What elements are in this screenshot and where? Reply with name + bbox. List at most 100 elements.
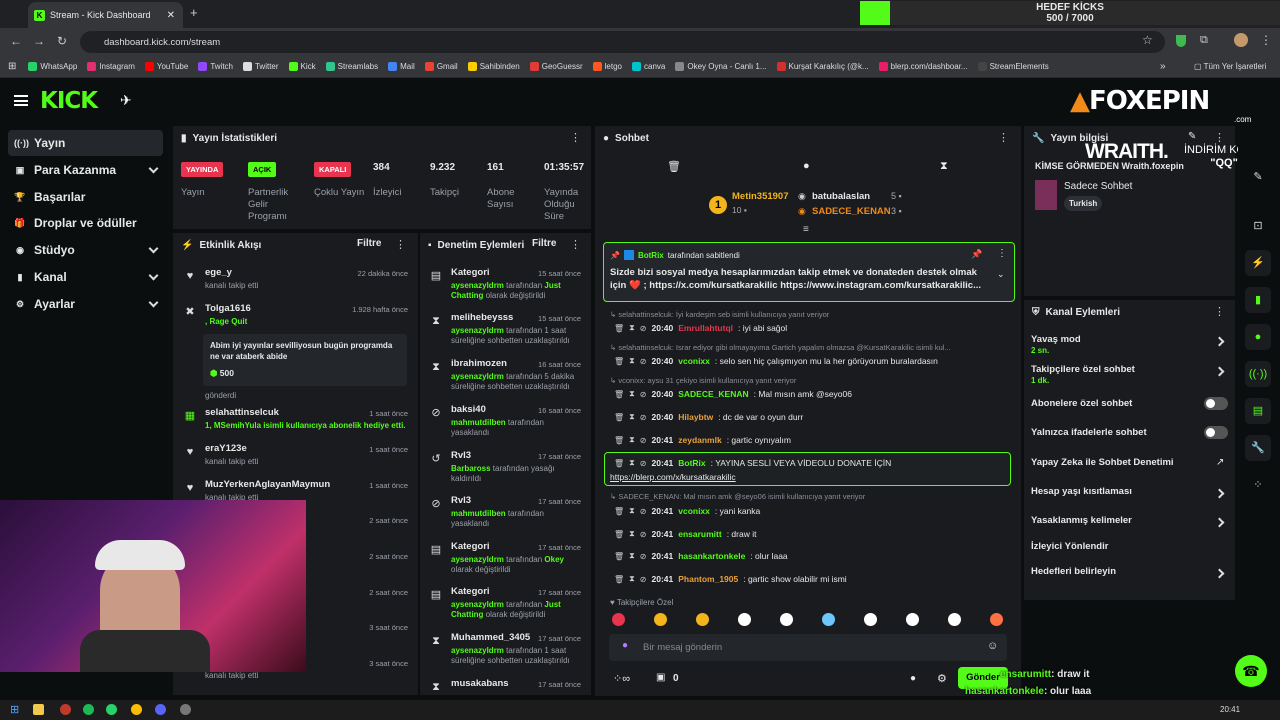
new-tab-icon[interactable]: + <box>190 5 198 20</box>
delete-message-icon[interactable]: 🗑 <box>614 552 624 561</box>
moderation-target[interactable]: musakabans <box>451 678 509 689</box>
delete-message-icon[interactable]: 🗑 <box>614 390 624 399</box>
windows-start-icon[interactable]: ⊞ <box>10 703 19 716</box>
activity-username[interactable]: Tolga1616 <box>205 303 251 314</box>
chat-input[interactable]: ● Bir mesaj gönderin ☺ <box>609 634 1007 661</box>
message-username[interactable]: vconixx <box>678 506 710 516</box>
moderation-target[interactable]: Rvl3 <box>451 495 471 506</box>
leader-name[interactable]: Metin351907 <box>732 191 789 202</box>
bookmark-item[interactable]: Streamlabs <box>325 62 378 71</box>
activity-username[interactable]: MuzYerkenAglayanMaymun <box>205 479 330 490</box>
rail-edit-icon[interactable]: ✎ <box>1245 164 1271 190</box>
moderation-actor[interactable]: aysenazyldrm <box>451 646 506 655</box>
moderation-actor[interactable]: aysenazyldrm <box>451 555 506 564</box>
opera-icon[interactable] <box>60 704 71 715</box>
channel-actions-menu-icon[interactable]: ⋮ <box>1214 305 1225 318</box>
channel-action-yalnzcaifadelerles[interactable]: Yalnızca ifadelerle sohbet <box>1031 427 1147 438</box>
rail-wrench-icon[interactable]: 🔧 <box>1245 435 1271 461</box>
hourglass-icon[interactable]: ⧗ <box>940 160 948 173</box>
ban-user-icon[interactable]: ⊘ <box>640 575 647 584</box>
shield-extension-icon[interactable] <box>1176 35 1186 47</box>
emote-icon[interactable] <box>990 613 1003 626</box>
chat-users-icon[interactable]: ⁘∞ <box>613 672 630 685</box>
pinned-message[interactable]: 📌 BotRix tarafından sabitlendi Sizde biz… <box>603 242 1015 302</box>
emote-icon[interactable] <box>948 613 961 626</box>
emote-icon[interactable] <box>906 613 919 626</box>
activity-username[interactable]: selahattinselcuk <box>205 407 279 418</box>
chat-settings-icon[interactable]: ⚙ <box>937 672 947 685</box>
bookmark-item[interactable]: Twitter <box>242 62 279 71</box>
delete-message-icon[interactable]: 🗑 <box>614 413 624 422</box>
activity-menu-icon[interactable]: ⋮ <box>395 238 406 251</box>
chevron-down-icon[interactable] <box>148 297 159 308</box>
rail-screenshot-icon[interactable]: ⊡ <box>1245 213 1271 239</box>
moderation-target[interactable]: Kategori <box>451 267 490 278</box>
stream-info-menu-icon[interactable]: ⋮ <box>1214 131 1225 144</box>
hamburger-menu-icon[interactable] <box>14 95 28 106</box>
chat-mode-icon[interactable]: ● <box>803 160 810 172</box>
message-username[interactable]: Hilaybtw <box>678 412 713 422</box>
bookmark-item[interactable]: Kick <box>288 62 316 71</box>
moderation-actor[interactable]: aysenazyldrm <box>451 600 506 609</box>
moderation-target[interactable]: ibrahimozen <box>451 358 507 369</box>
ban-user-icon[interactable]: ⊘ <box>640 507 647 516</box>
sidebar-item-stdyo[interactable]: ◉ Stüdyo <box>8 237 163 263</box>
ban-user-icon[interactable]: ⊘ <box>640 413 647 422</box>
activity-username[interactable]: eraY123e <box>205 443 247 454</box>
emote-icon[interactable] <box>654 613 667 626</box>
channel-action-izleyiciynlendir[interactable]: İzleyici Yönlendir <box>1031 541 1108 552</box>
bookmark-item[interactable]: YouTube <box>144 62 188 71</box>
unpin-icon[interactable]: 📌 <box>971 249 982 260</box>
bookmark-item[interactable]: Okey Oyna - Canlı 1... <box>675 62 767 71</box>
chevron-down-icon[interactable] <box>148 243 159 254</box>
trash-icon[interactable]: 🗑 <box>667 160 681 173</box>
moderation-actor[interactable]: aysenazyldrm <box>451 326 506 335</box>
obs-icon[interactable] <box>180 704 191 715</box>
url-input[interactable]: dashboard.kick.com/stream <box>80 31 1165 53</box>
close-tab-icon[interactable]: ✕ <box>167 10 175 21</box>
forward-icon[interactable]: → <box>33 34 45 48</box>
bookmark-item[interactable]: letgo <box>592 62 622 71</box>
moderation-actor[interactable]: aysenazyldrm <box>451 281 506 290</box>
timeout-user-icon[interactable]: ⧗ <box>629 323 635 333</box>
chrome-taskbar-icon[interactable] <box>131 704 142 715</box>
emote-icon[interactable] <box>864 613 877 626</box>
ban-user-icon[interactable]: ⊘ <box>640 530 647 539</box>
all-bookmarks-link[interactable]: ▢ Tüm Yer İşaretleri <box>1194 62 1266 71</box>
external-link-icon[interactable]: ↗ <box>1216 457 1224 468</box>
rail-chat-icon[interactable]: ● <box>1245 324 1271 350</box>
extensions-icon[interactable]: ⧉ <box>1200 34 1208 47</box>
message-link[interactable]: https://blerp.com/x/kursatkarakilic <box>610 472 736 482</box>
message-username[interactable]: BotRix <box>678 458 705 468</box>
emote-icon[interactable] <box>738 613 751 626</box>
kick-logo[interactable]: KICK <box>40 88 98 114</box>
sidebar-item-kanal[interactable]: ▮ Kanal <box>8 264 163 290</box>
moderation-target[interactable]: baksi40 <box>451 404 486 415</box>
tools-icon[interactable]: ✈ <box>120 92 132 109</box>
timeout-user-icon[interactable]: ⧗ <box>629 574 635 584</box>
chat-settings-bubble-icon[interactable]: ● <box>910 673 916 684</box>
browser-tab[interactable]: K Stream - Kick Dashboard ✕ <box>28 2 183 28</box>
leader-name[interactable]: SADECE_KENAN <box>812 206 891 217</box>
moderation-target[interactable]: Kategori <box>451 586 490 597</box>
back-icon[interactable]: ← <box>10 34 22 48</box>
category-name[interactable]: Sadece Sohbet <box>1064 181 1132 192</box>
sidebar-item-parakazanma[interactable]: ▣ Para Kazanma <box>8 157 163 183</box>
delete-message-icon[interactable]: 🗑 <box>614 507 624 516</box>
toggle-switch[interactable] <box>1204 397 1228 410</box>
rail-apps-icon[interactable]: ⁘ <box>1245 472 1271 498</box>
ban-user-icon[interactable]: ⊘ <box>640 390 647 399</box>
sidebar-item-droplarvedller[interactable]: 🎁 Droplar ve ödüller <box>8 210 163 236</box>
emote-icon[interactable] <box>780 613 793 626</box>
bookmark-item[interactable]: blerp.com/dashboar... <box>878 62 968 71</box>
timeout-user-icon[interactable]: ⧗ <box>629 506 635 516</box>
channel-action-yavamod[interactable]: Yavaş mod <box>1031 334 1081 345</box>
message-username[interactable]: vconixx <box>678 356 710 366</box>
channel-action-takipilerezelsohbe[interactable]: Takipçilere özel sohbet <box>1031 364 1135 375</box>
treasure-icon[interactable]: ▣ <box>656 672 665 683</box>
message-username[interactable]: hasankartonkele <box>678 551 745 561</box>
moderation-actor[interactable]: aysenazyldrm <box>451 372 506 381</box>
channel-action-yasaklanmkelimeler[interactable]: Yasaklanmış kelimeler <box>1031 515 1132 526</box>
timeout-user-icon[interactable]: ⧗ <box>629 435 635 445</box>
support-chat-icon[interactable]: ☎ <box>1235 655 1267 687</box>
